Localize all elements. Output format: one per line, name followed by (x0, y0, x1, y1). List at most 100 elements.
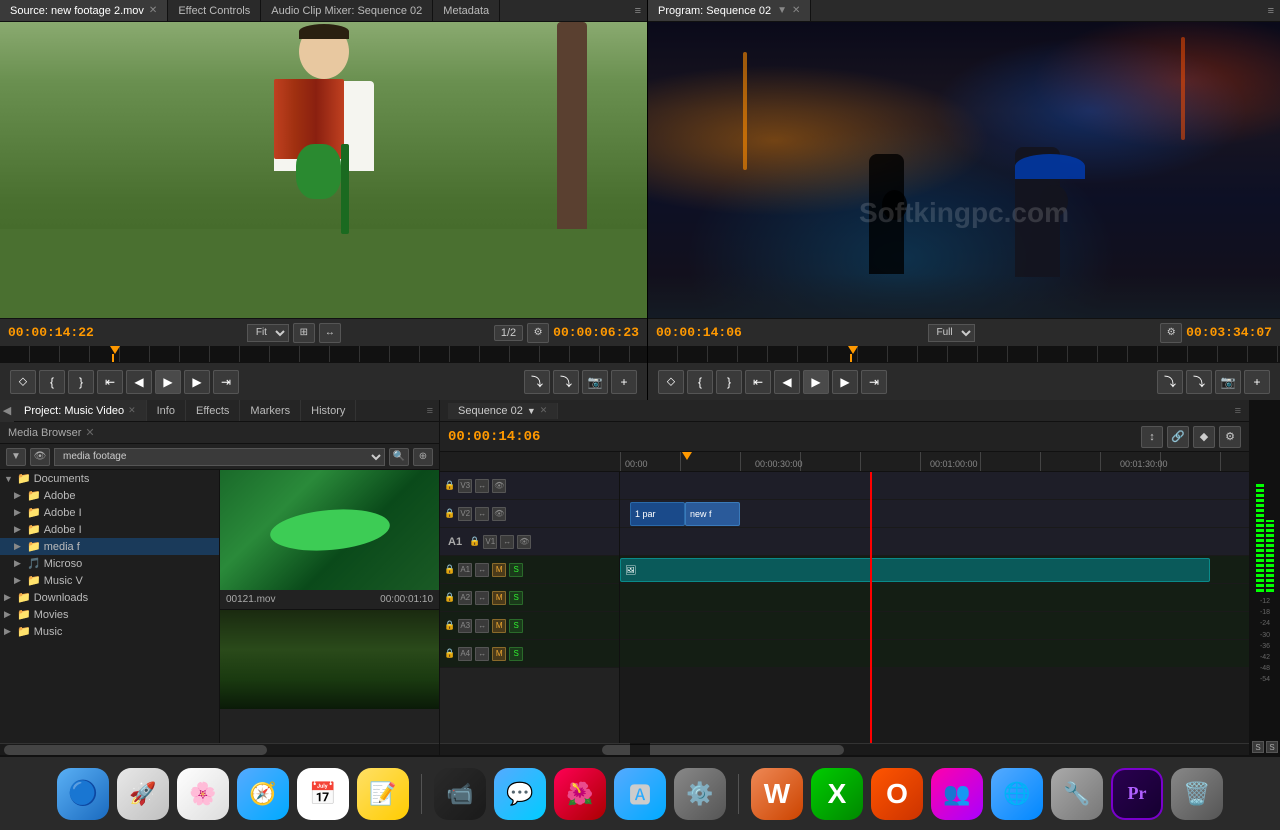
a3-solo-btn[interactable]: S (509, 619, 523, 633)
a3-sync-btn[interactable]: ↔ (475, 619, 489, 633)
a2-solo-btn[interactable]: S (509, 591, 523, 605)
tree-item-adobe2[interactable]: ▶ 📁 Adobe I (0, 504, 219, 521)
v1-sync-btn[interactable]: ↔ (500, 535, 514, 549)
program-timebar[interactable] (648, 346, 1280, 362)
tab-markers[interactable]: Markers (240, 400, 301, 421)
v2-clip-2[interactable]: new f (685, 502, 740, 526)
program-play-btn[interactable]: ▶ (803, 370, 829, 394)
a1-solo-btn[interactable]: S (509, 563, 523, 577)
media-path-select[interactable]: media footage (54, 448, 385, 466)
program-panel-menu[interactable]: ≡ (1262, 5, 1280, 17)
timeline-settings-btn[interactable]: ⚙ (1219, 426, 1241, 448)
dock-multicolor-app[interactable]: 👥 (931, 768, 983, 820)
dock-appstore[interactable]: 🅰 (614, 768, 666, 820)
source-mark-clip-btn[interactable]: } (68, 370, 94, 394)
v3-eye-btn[interactable]: 👁 (492, 479, 506, 493)
filter-btn[interactable]: ▼ (6, 448, 26, 466)
program-step-fwd-btn[interactable]: ▶ (832, 370, 858, 394)
program-mark-out-btn[interactable]: { (687, 370, 713, 394)
program-dropdown[interactable]: ▼ (777, 5, 787, 16)
v3-sync-btn[interactable]: ↔ (475, 479, 489, 493)
tab-history[interactable]: History (301, 400, 356, 421)
tab-audio-mixer[interactable]: Audio Clip Mixer: Sequence 02 (261, 0, 433, 21)
dock-o-app[interactable]: O (871, 768, 923, 820)
tree-item-microsoft[interactable]: ▶ 🎵 Microso (0, 555, 219, 572)
a3-mute-btn[interactable]: M (492, 619, 506, 633)
a1-clip[interactable]: 🖼 (620, 558, 1210, 582)
tree-item-adobe3[interactable]: ▶ 📁 Adobe I (0, 521, 219, 538)
dock-x-app[interactable]: X (811, 768, 863, 820)
dock-launchpad[interactable]: 🚀 (117, 768, 169, 820)
source-pin-btn[interactable]: ↔ (319, 323, 341, 343)
program-mark-in-btn[interactable]: ⬦ (658, 370, 684, 394)
snap-btn[interactable]: ↕ (1141, 426, 1163, 448)
a2-sync-btn[interactable]: ↔ (475, 591, 489, 605)
dock-music[interactable]: 🌺 (554, 768, 606, 820)
source-mark-out-btn[interactable]: { (39, 370, 65, 394)
tree-item-media-footage[interactable]: ▶ 📁 media f (0, 538, 219, 555)
tree-item-adobe1[interactable]: ▶ 📁 Adobe (0, 487, 219, 504)
a3-name-btn[interactable]: A3 (458, 619, 472, 633)
dock-photos[interactable]: 🌸 (177, 768, 229, 820)
track-content[interactable]: 1 par new f 🖼 (620, 472, 1249, 743)
dock-messages[interactable]: 💬 (494, 768, 546, 820)
tree-item-music-video[interactable]: ▶ 📁 Music V (0, 572, 219, 589)
v1-name-btn[interactable]: V1 (483, 535, 497, 549)
program-goto-out-btn[interactable]: ⇥ (861, 370, 887, 394)
linked-select-btn[interactable]: 🔗 (1167, 426, 1189, 448)
project-panel-menu[interactable]: ≡ (421, 405, 439, 417)
timeline-scrollbar[interactable] (440, 743, 1249, 755)
a4-name-btn[interactable]: A4 (458, 647, 472, 661)
dock-trash[interactable]: 🗑️ (1171, 768, 1223, 820)
dock-facetime[interactable]: 📹 (434, 768, 486, 820)
eye-btn[interactable]: 👁 (30, 448, 50, 466)
program-lift-btn[interactable]: ⤵ (1157, 370, 1183, 394)
source-timebar[interactable] (0, 346, 647, 362)
media-browser-close-btn[interactable]: ✕ (85, 426, 94, 439)
v2-name-btn[interactable]: V2 (458, 507, 472, 521)
seq-dropdown[interactable]: ▼ (527, 406, 536, 416)
source-panel-menu[interactable]: ≡ (629, 5, 647, 17)
dock-notes[interactable]: 📝 (357, 768, 409, 820)
close-program-tab[interactable]: ✕ (792, 5, 800, 16)
source-step-fwd-btn[interactable]: ▶ (184, 370, 210, 394)
tree-item-downloads[interactable]: ▶ 📁 Downloads (0, 589, 219, 606)
a1-sync-btn[interactable]: ↔ (475, 563, 489, 577)
dock-safari[interactable]: 🧭 (237, 768, 289, 820)
close-source-tab[interactable]: ✕ (149, 5, 157, 16)
panel-collapse-btn[interactable]: ◀ (0, 400, 14, 422)
tab-effects[interactable]: Effects (186, 400, 240, 421)
program-export-frame-btn[interactable]: 📷 (1215, 370, 1241, 394)
program-extract-btn[interactable]: ⤵ (1186, 370, 1212, 394)
v2-eye-btn[interactable]: 👁 (492, 507, 506, 521)
timeline-panel-menu[interactable]: ≡ (1235, 405, 1241, 417)
program-goto-in-btn[interactable]: ⇤ (745, 370, 771, 394)
program-mark-clip-btn[interactable]: } (716, 370, 742, 394)
dock-w-app[interactable]: W (751, 768, 803, 820)
dock-sysprefs[interactable]: ⚙️ (674, 768, 726, 820)
source-add-btn[interactable]: + (611, 370, 637, 394)
source-play-btn[interactable]: ▶ (155, 370, 181, 394)
add-marker-btn[interactable]: ◆ (1193, 426, 1215, 448)
vu-s-right-btn[interactable]: S (1266, 741, 1278, 753)
source-overwrite-btn[interactable]: ⤵ (553, 370, 579, 394)
sequence-02-tab[interactable]: Sequence 02 ▼ ✕ (448, 403, 558, 419)
source-export-frame-btn[interactable]: 📷 (582, 370, 608, 394)
source-insert-btn[interactable]: ⤵ (524, 370, 550, 394)
tab-effect-controls[interactable]: Effect Controls (168, 0, 261, 21)
v3-name-btn[interactable]: V3 (458, 479, 472, 493)
a4-solo-btn[interactable]: S (509, 647, 523, 661)
source-mark-in-btn[interactable]: ⬦ (10, 370, 36, 394)
tab-source-footage[interactable]: Source: new footage 2.mov ✕ (0, 0, 168, 21)
source-step-back-btn[interactable]: ◀ (126, 370, 152, 394)
vu-s-left-btn[interactable]: S (1252, 741, 1264, 753)
program-add-btn[interactable]: + (1244, 370, 1270, 394)
source-settings-btn[interactable]: ⚙ (527, 323, 549, 343)
source-zoom-select[interactable]: Fit (247, 324, 289, 342)
a2-name-btn[interactable]: A2 (458, 591, 472, 605)
a1-mute-btn[interactable]: M (492, 563, 506, 577)
v2-clip-1[interactable]: 1 par (630, 502, 685, 526)
a4-mute-btn[interactable]: M (492, 647, 506, 661)
search-btn[interactable]: 🔍 (389, 448, 409, 466)
v1-eye-btn[interactable]: 👁 (517, 535, 531, 549)
